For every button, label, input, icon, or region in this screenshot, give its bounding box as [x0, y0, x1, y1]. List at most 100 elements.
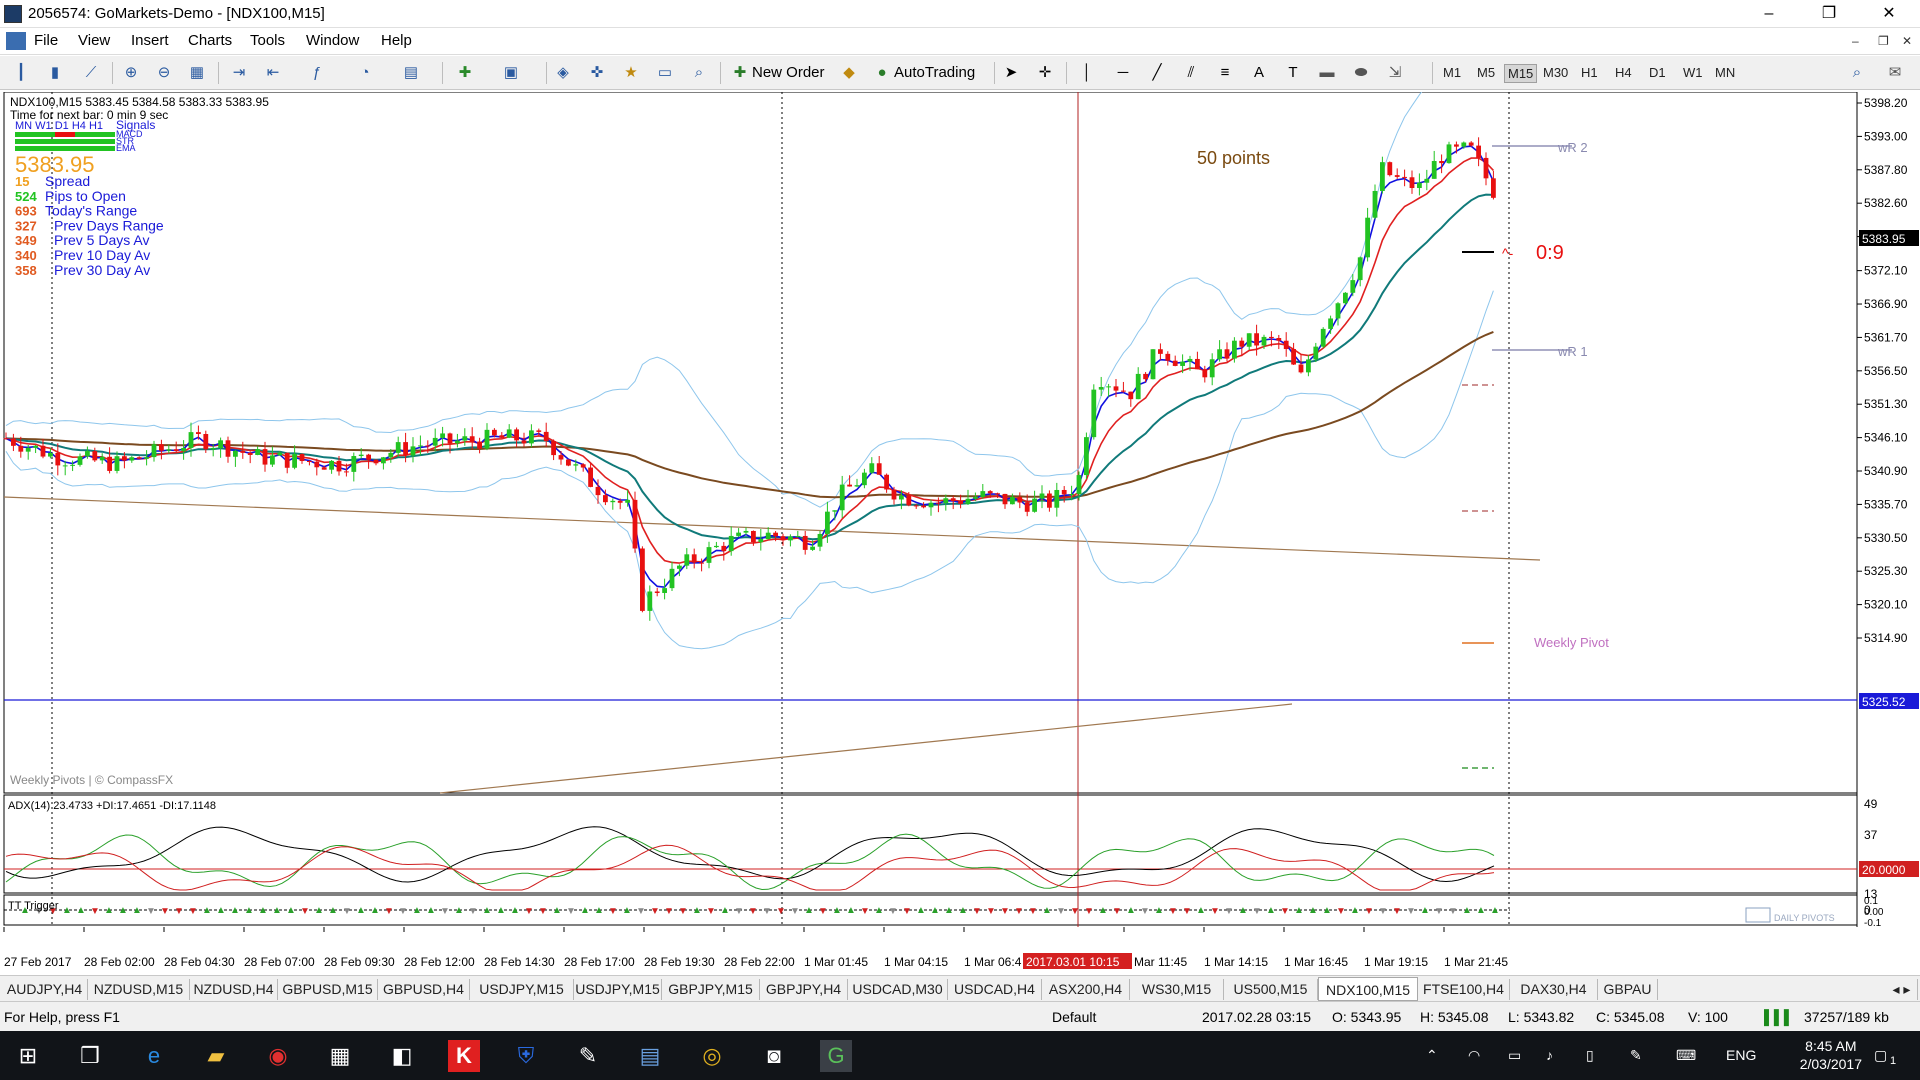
chart-tab[interactable]: ASX200,H4: [1042, 979, 1130, 1000]
close-icon[interactable]: ✕: [1866, 0, 1912, 28]
language-indicator[interactable]: ENG: [1726, 1047, 1756, 1063]
battery-icon[interactable]: ▭: [1508, 1047, 1521, 1064]
chart-tab[interactable]: USDJPY,M15: [574, 979, 662, 1000]
tf-m30[interactable]: M30: [1540, 64, 1571, 81]
paint-icon[interactable]: ✎: [572, 1040, 604, 1072]
menu-help[interactable]: Help: [381, 32, 412, 49]
start-icon[interactable]: ⊞: [12, 1040, 44, 1072]
new-order-button[interactable]: ✚ New Order: [728, 62, 825, 84]
chart-tab[interactable]: FTSE100,H4: [1418, 979, 1510, 1000]
power-icon[interactable]: ▯: [1586, 1047, 1594, 1064]
menu-charts[interactable]: Charts: [188, 32, 232, 49]
wifi-icon[interactable]: ◠: [1468, 1047, 1480, 1064]
horizontal-line-icon[interactable]: ─: [1112, 62, 1134, 84]
templates-icon[interactable]: ▤: [400, 62, 422, 84]
tf-h4[interactable]: H4: [1612, 64, 1635, 81]
volume-icon[interactable]: ♪: [1546, 1047, 1553, 1063]
tab-scroll-icon[interactable]: ◂ ▸: [1886, 979, 1918, 1000]
data-window-icon[interactable]: ✜: [586, 62, 608, 84]
autotrading-button[interactable]: ● AutoTrading: [870, 62, 975, 84]
fibonacci-icon[interactable]: ≡: [1214, 62, 1236, 84]
camera-icon[interactable]: ◙: [758, 1040, 790, 1072]
file-explorer-icon[interactable]: ▰: [200, 1040, 232, 1072]
rectangle-icon[interactable]: ▬: [1316, 62, 1338, 84]
chart-tab[interactable]: GBPJPY,M15: [662, 979, 760, 1000]
auto-scroll-icon[interactable]: ⇥: [228, 62, 250, 84]
metaeditor-icon[interactable]: ◆: [838, 62, 860, 84]
chart-tab[interactable]: USDCAD,H4: [948, 979, 1042, 1000]
tf-d1[interactable]: D1: [1646, 64, 1669, 81]
chart-tab[interactable]: WS30,M15: [1130, 979, 1224, 1000]
zoom-in-icon[interactable]: ⊕: [120, 62, 142, 84]
crosshair-icon[interactable]: ✛: [1034, 62, 1056, 84]
minimize-icon[interactable]: –: [1746, 0, 1792, 28]
tf-m5[interactable]: M5: [1474, 64, 1498, 81]
document-icon[interactable]: [6, 32, 26, 50]
store-icon[interactable]: ◧: [386, 1040, 418, 1072]
market-watch-icon[interactable]: ◈: [552, 62, 574, 84]
menu-view[interactable]: View: [78, 32, 110, 49]
restore-icon[interactable]: ❐: [1806, 0, 1852, 28]
gomarkets-icon[interactable]: G: [820, 1040, 852, 1072]
text-label-icon[interactable]: T: [1282, 62, 1304, 84]
tf-m1[interactable]: M1: [1440, 64, 1464, 81]
task-view-icon[interactable]: ❒: [74, 1040, 106, 1072]
candlestick-icon[interactable]: ▮: [44, 62, 66, 84]
line-chart-icon[interactable]: ⟋: [80, 62, 102, 84]
zoom-out-icon[interactable]: ⊖: [153, 62, 175, 84]
trendline-icon[interactable]: ╱: [1146, 62, 1168, 84]
tf-mn[interactable]: MN: [1712, 64, 1738, 81]
mdi-close-icon[interactable]: ✕: [1902, 34, 1912, 48]
metatrader-icon[interactable]: ◉: [262, 1040, 294, 1072]
indicators-icon[interactable]: ƒ: [306, 62, 328, 84]
chat-icon[interactable]: ✉: [1884, 62, 1906, 84]
chart-tab[interactable]: NZDUSD,M15: [88, 979, 190, 1000]
mdi-minimize-icon[interactable]: –: [1852, 34, 1859, 48]
chart-tab[interactable]: NZDUSD,H4: [190, 979, 278, 1000]
chart-tab[interactable]: NDX100,M15: [1318, 977, 1418, 1001]
chart-tab[interactable]: USDJPY,M15: [470, 979, 574, 1000]
strategy-tester-icon[interactable]: ⌕: [688, 62, 710, 84]
tf-w1[interactable]: W1: [1680, 64, 1706, 81]
remote-desktop-icon[interactable]: ▤: [634, 1040, 666, 1072]
mdi-restore-icon[interactable]: ❐: [1878, 34, 1889, 48]
chart-tab[interactable]: DAX30,H4: [1510, 979, 1598, 1000]
text-icon[interactable]: A: [1248, 62, 1270, 84]
chart-tab[interactable]: US500,M15: [1224, 979, 1318, 1000]
terminal-icon[interactable]: ▭: [654, 62, 676, 84]
chart-tab[interactable]: AUDJPY,H4: [2, 979, 88, 1000]
menu-insert[interactable]: Insert: [131, 32, 169, 49]
menu-window[interactable]: Window: [306, 32, 359, 49]
new-chart-icon[interactable]: ✚: [454, 62, 476, 84]
chart-tab[interactable]: GBPAU: [1598, 979, 1658, 1000]
periods-icon[interactable]: ◔: [354, 62, 376, 84]
chart-shift-icon[interactable]: ⇤: [262, 62, 284, 84]
vertical-line-icon[interactable]: │: [1076, 62, 1098, 84]
notifications-icon[interactable]: ▢: [1874, 1047, 1887, 1064]
chart-tab[interactable]: GBPJPY,H4: [760, 979, 848, 1000]
status-traffic[interactable]: 37257/189 kb: [1804, 1009, 1889, 1025]
equidistant-channel-icon[interactable]: ⫽: [1180, 62, 1202, 84]
kaspersky-icon[interactable]: K: [448, 1040, 480, 1072]
profiles-icon[interactable]: ▣: [500, 62, 522, 84]
navigator-icon[interactable]: ★: [620, 62, 642, 84]
calculator-icon[interactable]: ▦: [324, 1040, 356, 1072]
chart-tab[interactable]: GBPUSD,M15: [278, 979, 378, 1000]
arrows-icon[interactable]: ⇲: [1384, 62, 1406, 84]
clock[interactable]: 8:45 AM 2/03/2017: [1800, 1037, 1862, 1073]
chart-tab[interactable]: USDCAD,M30: [848, 979, 948, 1000]
tray-chevron-icon[interactable]: ⌃: [1426, 1047, 1438, 1064]
ellipse-icon[interactable]: ⬬: [1350, 62, 1372, 84]
search-icon[interactable]: ⌕: [1846, 62, 1868, 84]
tf-m15[interactable]: M15: [1504, 64, 1538, 83]
menu-file[interactable]: File: [34, 32, 58, 49]
cursor-icon[interactable]: ➤: [1000, 62, 1022, 84]
shield-icon[interactable]: ⛨: [510, 1040, 542, 1072]
menu-tools[interactable]: Tools: [250, 32, 285, 49]
edge-icon[interactable]: e: [138, 1040, 170, 1072]
tf-h1[interactable]: H1: [1578, 64, 1601, 81]
chart-window[interactable]: ▲ ▼ ▼ ▲ ▲ ▼ ▲ ▲ ▲ ▼ ▼ ▼ ▼ ▲ ▲ ▲ ▲ ▲ ▲ ▲ ▼ ▲ ▲ ▼ ▲ ▲ ▼ ▼ ▲ ▲ ▼ ▲ ▼ ▲ ▲ ▲ ▼ ▼ ▲ ▼…: [0, 92, 1920, 975]
keyboard-icon[interactable]: ⌨: [1676, 1047, 1696, 1064]
chrome-icon[interactable]: ◎: [696, 1040, 728, 1072]
pen-icon[interactable]: ✎: [1630, 1047, 1642, 1064]
